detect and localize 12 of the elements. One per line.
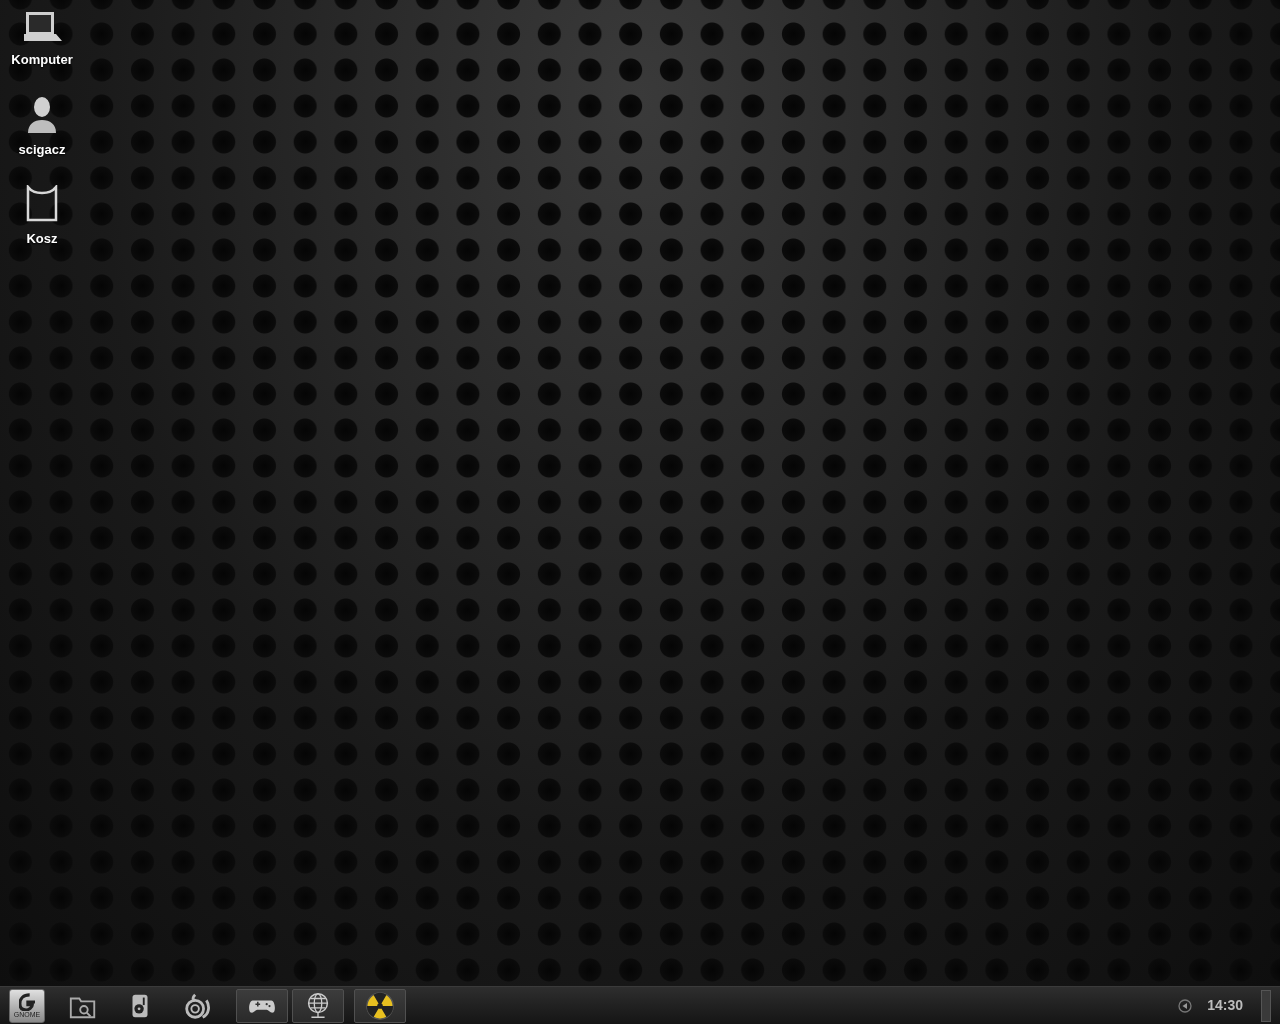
task-button[interactable] xyxy=(236,988,288,1023)
task-button[interactable] xyxy=(354,988,406,1023)
icon-label[interactable]: scigacz xyxy=(18,139,66,159)
trash-icon xyxy=(25,185,59,223)
task-button[interactable] xyxy=(292,988,344,1023)
clock[interactable]: 14:30 xyxy=(1207,995,1243,1016)
person-icon xyxy=(26,95,58,134)
icon-label[interactable]: Kosz xyxy=(26,229,58,249)
workspace-switcher[interactable] xyxy=(1261,989,1271,1022)
radiation-icon xyxy=(365,990,395,1021)
icon-label[interactable]: Komputer xyxy=(11,50,73,70)
gnome-foot-icon xyxy=(19,993,35,1011)
